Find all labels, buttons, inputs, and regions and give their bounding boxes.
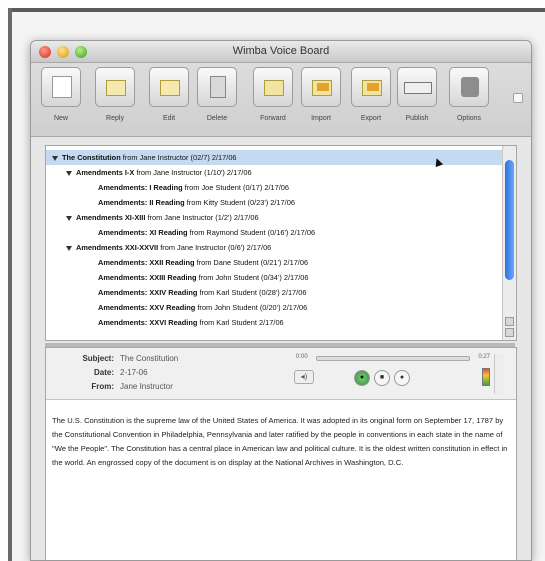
thread-list-scrollbar[interactable] bbox=[502, 146, 516, 340]
disclosure-triangle-icon[interactable] bbox=[52, 155, 58, 161]
app-window: Wimba Voice Board New Reply Edit Delete … bbox=[30, 40, 532, 561]
thread-title: Amendments: XI Reading bbox=[98, 228, 188, 237]
thread-title: Amendments XI-XIII bbox=[76, 213, 146, 222]
disclosure-triangle-icon[interactable] bbox=[66, 170, 72, 176]
thread-meta: from Jane Instructor (1/2') 2/17/06 bbox=[145, 213, 259, 222]
window-title: Wimba Voice Board bbox=[232, 45, 330, 57]
scrollbar-thumb[interactable] bbox=[505, 160, 514, 280]
subject-value: The Constitution bbox=[120, 354, 179, 363]
thread-meta: from John Student (0/20') 2/17/06 bbox=[195, 303, 308, 312]
record-button[interactable]: ● bbox=[354, 370, 370, 386]
thread-meta: from Dane Student (0/21') 2/17/06 bbox=[194, 258, 309, 267]
thread-row[interactable]: Amendments: XXVI Reading from Karl Stude… bbox=[46, 315, 502, 330]
new-button[interactable]: New bbox=[41, 67, 81, 127]
publish-icon bbox=[404, 82, 432, 94]
thread-title: Amendments: XXV Reading bbox=[98, 303, 196, 312]
toolbar-toggle-button[interactable] bbox=[513, 93, 523, 103]
export-button[interactable]: Export bbox=[351, 67, 391, 127]
thread-row[interactable]: Amendments I-X from Jane Instructor (1/1… bbox=[46, 165, 502, 180]
export-arrow-icon bbox=[367, 83, 379, 91]
reply-icon bbox=[106, 80, 126, 96]
thread-meta: from Joe Student (0/17) 2/17/06 bbox=[182, 183, 290, 192]
thread-meta: from Jane Instructor (0/6') 2/17/06 bbox=[158, 243, 272, 252]
play-button[interactable]: ● bbox=[394, 370, 410, 386]
disclosure-triangle-icon[interactable] bbox=[66, 215, 72, 221]
audio-progress-slider[interactable] bbox=[316, 356, 470, 361]
subject-label: Subject: bbox=[82, 354, 114, 363]
message-body: The U.S. Constitution is the supreme law… bbox=[52, 416, 508, 467]
thread-meta: from Jane Instructor (02/7) 2/17/06 bbox=[120, 153, 237, 162]
new-document-icon bbox=[52, 76, 72, 98]
options-label: Options bbox=[456, 115, 482, 122]
scroll-down-button[interactable] bbox=[505, 328, 514, 337]
forward-icon bbox=[264, 80, 284, 96]
new-label: New bbox=[53, 115, 68, 122]
stop-button[interactable]: ■ bbox=[374, 370, 390, 386]
thread-title: The Constitution bbox=[62, 153, 121, 162]
speaker-icon[interactable]: ◂) bbox=[294, 370, 314, 384]
message-detail: Subject: The Constitution Date: 2-17-06 … bbox=[45, 347, 517, 560]
from-value: Jane Instructor bbox=[120, 382, 173, 391]
forward-label: Forward bbox=[260, 115, 286, 122]
publish-button[interactable]: Publish bbox=[397, 67, 437, 127]
thread-title: Amendments: XXVI Reading bbox=[98, 318, 198, 327]
delete-label: Delete bbox=[206, 115, 228, 122]
thread-list: The Constitution from Jane Instructor (0… bbox=[45, 145, 517, 341]
thread-meta: from Jane Instructor (1/10') 2/17/06 bbox=[134, 168, 252, 177]
date-label: Date: bbox=[93, 368, 114, 377]
volume-meter-icon bbox=[482, 368, 490, 386]
import-label: Import bbox=[311, 115, 331, 122]
thread-title: Amendments I-X bbox=[76, 168, 135, 177]
edit-label: Edit bbox=[162, 115, 176, 122]
thread-row[interactable]: Amendments: XXIII Reading from John Stud… bbox=[46, 270, 502, 285]
reply-button[interactable]: Reply bbox=[95, 67, 135, 127]
thread-meta: from Karl Student (0/28') 2/17/06 bbox=[197, 288, 307, 297]
date-value: 2-17-06 bbox=[120, 368, 148, 377]
trash-icon bbox=[210, 76, 226, 98]
thread-row[interactable]: Amendments: XXII Reading from Dane Stude… bbox=[46, 255, 502, 270]
scroll-up-button[interactable] bbox=[505, 317, 514, 326]
audio-player: 0:00 0:27 ◂) ● ■ ● bbox=[294, 354, 504, 394]
thread-title: Amendments: XXIV Reading bbox=[98, 288, 198, 297]
time-elapsed: 0:00 bbox=[296, 354, 308, 360]
export-label: Export bbox=[360, 115, 382, 122]
forward-button[interactable]: Forward bbox=[253, 67, 293, 127]
toolbar: New Reply Edit Delete Forward Import Exp… bbox=[31, 63, 531, 137]
thread-row[interactable]: Amendments XI-XIII from Jane Instructor … bbox=[46, 210, 502, 225]
thread-meta: from John Student (0/34') 2/17/06 bbox=[196, 273, 309, 282]
options-button[interactable]: Options bbox=[449, 67, 489, 127]
thread-meta: from Kitty Student (0/23') 2/17/06 bbox=[184, 198, 295, 207]
message-header: Subject: The Constitution Date: 2-17-06 … bbox=[46, 348, 516, 400]
reply-label: Reply bbox=[106, 115, 124, 122]
time-total: 0:27 bbox=[478, 354, 490, 360]
thread-meta: from Karl Student 2/17/06 bbox=[197, 318, 284, 327]
thread-row[interactable]: Amendments: II Reading from Kitty Studen… bbox=[46, 195, 502, 210]
thread-row[interactable]: Amendments: I Reading from Joe Student (… bbox=[46, 180, 502, 195]
from-label: From: bbox=[91, 382, 114, 391]
import-arrow-icon bbox=[317, 83, 329, 91]
gear-icon bbox=[461, 77, 479, 97]
thread-title: Amendments: I Reading bbox=[98, 183, 183, 192]
thread-title: Amendments XXI-XXVII bbox=[76, 243, 159, 252]
disclosure-triangle-icon[interactable] bbox=[66, 245, 72, 251]
thread-title: Amendments: II Reading bbox=[98, 198, 185, 207]
thread-meta: from Raymond Student (0/16') 2/17/06 bbox=[187, 228, 316, 237]
thread-row[interactable]: Amendments XXI-XXVII from Jane Instructo… bbox=[46, 240, 502, 255]
import-button[interactable]: Import bbox=[301, 67, 341, 127]
thread-title: Amendments: XXIII Reading bbox=[98, 273, 197, 282]
player-side-panel[interactable] bbox=[494, 354, 504, 394]
thread-title: Amendments: XXII Reading bbox=[98, 258, 195, 267]
title-bar: Wimba Voice Board bbox=[31, 41, 531, 63]
thread-row[interactable]: Amendments: XI Reading from Raymond Stud… bbox=[46, 225, 502, 240]
edit-icon bbox=[160, 80, 180, 96]
delete-button[interactable]: Delete bbox=[197, 67, 237, 127]
thread-row[interactable]: Amendments: XXIV Reading from Karl Stude… bbox=[46, 285, 502, 300]
thread-row[interactable]: Amendments: XXV Reading from John Studen… bbox=[46, 300, 502, 315]
edit-button[interactable]: Edit bbox=[149, 67, 189, 127]
publish-label: Publish bbox=[405, 115, 429, 122]
